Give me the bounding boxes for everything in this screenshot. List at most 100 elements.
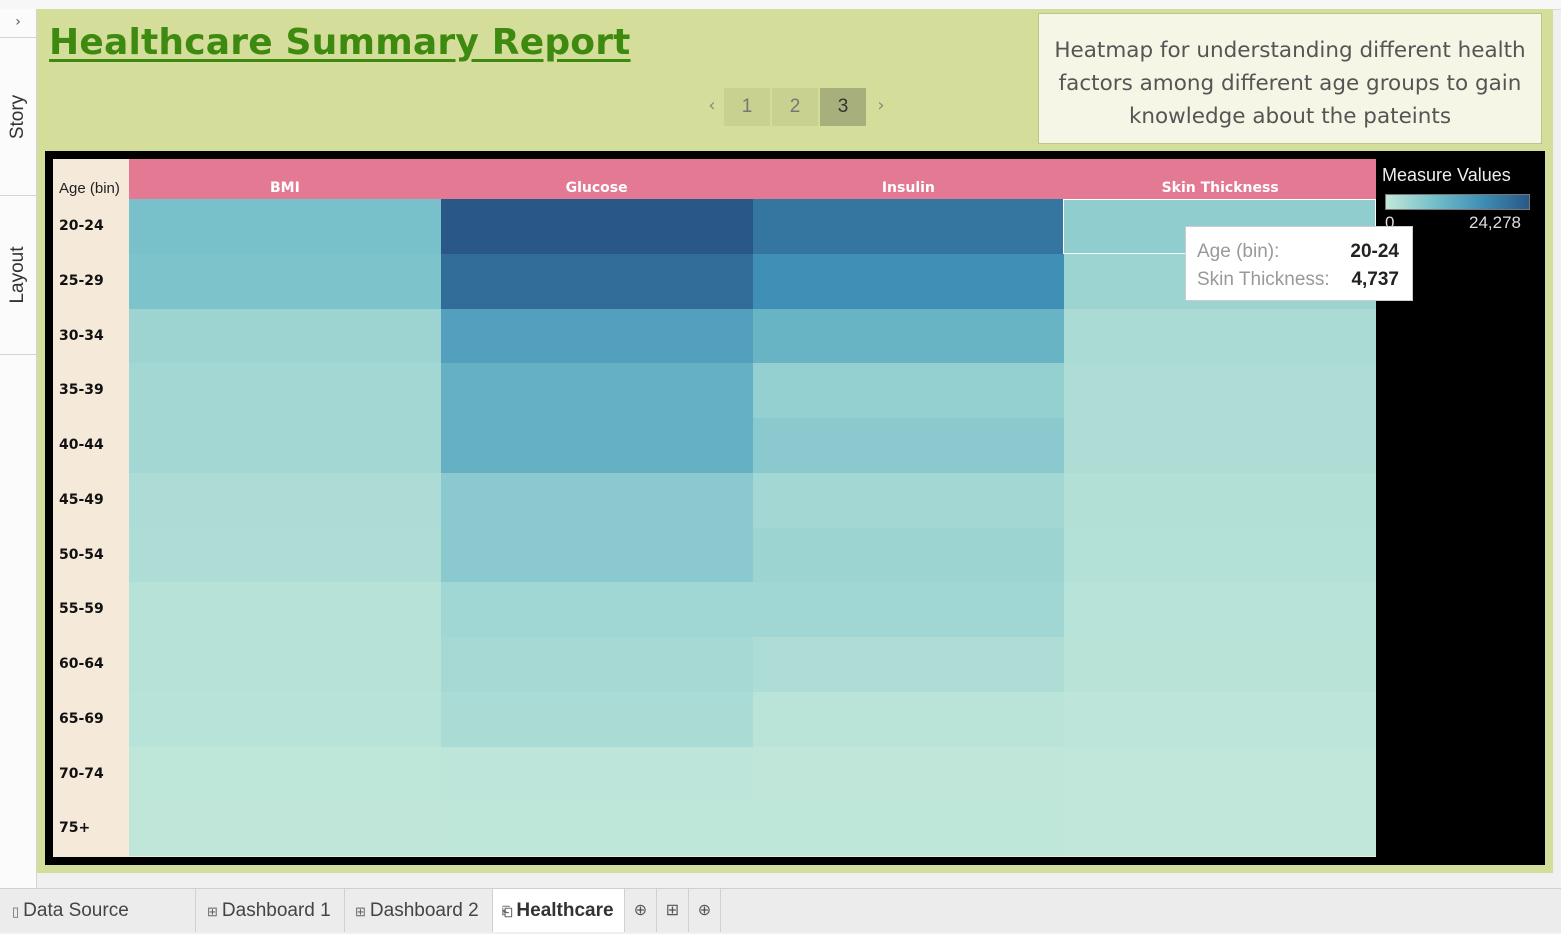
sheet-tab-bar: ▯ Data Source ⊞ Dashboard 1 ⊞ Dashboard 2 ⎗…	[0, 888, 1561, 932]
heatmap-cell-70-74-insulin[interactable]	[752, 746, 1065, 802]
column-header-skin-thickness: Skin Thickness	[1161, 180, 1279, 196]
tooltip-key-skin-thickness: Skin Thickness:	[1197, 269, 1330, 290]
new-story-icon: ⊕	[697, 902, 712, 919]
legend-max-label: 24,278	[1469, 213, 1521, 232]
new-story-button[interactable]: ⊕	[689, 889, 721, 932]
row-label-55-59: 55-59	[59, 601, 104, 618]
row-label-30-34: 30-34	[59, 327, 104, 344]
tab-label: Dashboard 2	[369, 900, 479, 921]
heatmap-cell-75-glucose[interactable]	[440, 801, 753, 857]
heatmap-cell-70-74-bmi[interactable]	[129, 746, 441, 802]
row-label-25-29: 25-29	[59, 272, 104, 289]
tab-label: Healthcare	[516, 900, 614, 921]
heatmap-cell-65-69-bmi[interactable]	[129, 691, 441, 747]
heatmap-cell-20-24-bmi[interactable]	[129, 199, 441, 254]
row-header-title: Age (bin)	[59, 180, 120, 197]
heatmap-cell-60-64-skin-thickness[interactable]	[1064, 637, 1377, 692]
tab-dashboard-1[interactable]: ⊞ Dashboard 1	[196, 889, 345, 932]
heatmap-cell-55-59-skin-thickness[interactable]	[1064, 582, 1377, 638]
page-title: Healthcare Summary Report	[49, 22, 631, 63]
heatmap-cell-45-49-glucose[interactable]	[440, 472, 753, 528]
row-label-75: 75+	[59, 820, 91, 837]
new-worksheet-button[interactable]: ⊕	[625, 889, 657, 932]
heatmap-cell-55-59-bmi[interactable]	[129, 582, 441, 638]
story-point-1[interactable]: 1	[724, 88, 770, 126]
story-pane-label: Story	[7, 94, 28, 139]
tab-healthcare[interactable]: ⎗ Healthcare	[493, 889, 625, 932]
heatmap-cell-40-44-insulin[interactable]	[752, 418, 1065, 473]
heatmap-cell-25-29-bmi[interactable]	[129, 253, 441, 309]
row-label-35-39: 35-39	[59, 382, 104, 399]
tooltip-value-skin-thickness: 4,737	[1351, 269, 1399, 290]
column-header-bmi: BMI	[269, 180, 300, 196]
chevron-left-icon[interactable]: ‹	[700, 88, 724, 126]
heatmap-cell-35-39-skin-thickness[interactable]	[1064, 363, 1377, 419]
heatmap-cell-65-69-glucose[interactable]	[440, 691, 753, 747]
heatmap-cell-55-59-glucose[interactable]	[440, 582, 753, 638]
heatmap-cell-25-29-glucose[interactable]	[440, 253, 753, 309]
side-rail: › Story Layout	[0, 9, 37, 888]
heatmap-cell-35-39-bmi[interactable]	[129, 363, 441, 419]
heatmap-cell-35-39-glucose[interactable]	[440, 363, 753, 419]
story-caption: Heatmap for understanding different heal…	[1038, 13, 1542, 144]
story-icon: ⎗	[502, 904, 513, 919]
row-label-45-49: 45-49	[59, 491, 104, 508]
datasource-icon: ▯	[12, 904, 20, 919]
heatmap-cell-40-44-glucose[interactable]	[440, 418, 753, 473]
story-pane-toggle[interactable]: Story	[0, 38, 36, 196]
heatmap-cell-30-34-skin-thickness[interactable]	[1064, 308, 1377, 364]
heatmap-cell-40-44-bmi[interactable]	[129, 418, 441, 473]
tooltip-key-age: Age (bin):	[1197, 241, 1280, 262]
row-label-50-54: 50-54	[59, 546, 104, 563]
heatmap-cell-50-54-bmi[interactable]	[129, 527, 441, 583]
heatmap-cell-75-bmi[interactable]	[129, 801, 441, 857]
heatmap-cell-75-skin-thickness[interactable]	[1064, 801, 1377, 857]
heatmap-cell-50-54-skin-thickness[interactable]	[1064, 527, 1377, 583]
row-label-65-69: 65-69	[59, 710, 104, 727]
tab-label: Dashboard 1	[221, 900, 331, 921]
heatmap-cell-65-69-insulin[interactable]	[752, 691, 1065, 747]
tooltip-value-age: 20-24	[1350, 241, 1399, 262]
heatmap-cell-45-49-skin-thickness[interactable]	[1064, 472, 1377, 528]
heatmap-cell-60-64-bmi[interactable]	[129, 637, 441, 692]
heatmap-cell-35-39-insulin[interactable]	[752, 363, 1065, 419]
row-label-70-74: 70-74	[59, 765, 104, 782]
heatmap-cell-50-54-glucose[interactable]	[440, 527, 753, 583]
chevron-right-icon[interactable]: ›	[0, 9, 36, 38]
new-dashboard-button[interactable]: ⊞	[657, 889, 689, 932]
layout-pane-label: Layout	[7, 246, 28, 304]
new-dashboard-icon: ⊞	[665, 902, 680, 919]
heatmap-cell-20-24-glucose[interactable]	[440, 199, 753, 254]
row-label-60-64: 60-64	[59, 656, 104, 672]
heatmap-cell-70-74-skin-thickness[interactable]	[1064, 746, 1377, 802]
story-point-3[interactable]: 3	[820, 88, 866, 126]
column-header-insulin: Insulin	[881, 180, 935, 196]
heatmap-cell-30-34-bmi[interactable]	[129, 308, 441, 364]
story-point-2[interactable]: 2	[772, 88, 818, 126]
tab-label: Data Source	[23, 900, 129, 921]
row-label-40-44: 40-44	[59, 437, 104, 453]
heatmap-cell-40-44-skin-thickness[interactable]	[1064, 418, 1377, 473]
heatmap-cell-30-34-insulin[interactable]	[752, 308, 1065, 364]
heatmap-cell-70-74-glucose[interactable]	[440, 746, 753, 802]
dashboard-icon: ⊞	[355, 904, 366, 919]
heatmap-cell-50-54-insulin[interactable]	[752, 527, 1065, 583]
tab-dashboard-2[interactable]: ⊞ Dashboard 2	[345, 889, 493, 932]
chevron-right-icon[interactable]: ›	[869, 88, 893, 126]
dashboard-icon: ⊞	[207, 904, 218, 919]
heatmap-cell-60-64-glucose[interactable]	[440, 637, 753, 692]
heatmap-cell-60-64-insulin[interactable]	[752, 637, 1065, 692]
heatmap-cell-25-29-insulin[interactable]	[752, 253, 1065, 309]
new-worksheet-icon: ⊕	[633, 902, 648, 919]
layout-pane-toggle[interactable]: Layout	[0, 196, 36, 355]
legend-title: Measure Values	[1382, 165, 1511, 185]
heatmap-cell-30-34-glucose[interactable]	[440, 308, 753, 364]
tooltip: Age (bin): 20-24 Skin Thickness: 4,737	[1185, 226, 1413, 301]
heatmap-cell-45-49-insulin[interactable]	[752, 472, 1065, 528]
heatmap-cell-75-insulin[interactable]	[752, 801, 1065, 857]
heatmap-cell-65-69-skin-thickness[interactable]	[1064, 691, 1377, 747]
heatmap-cell-20-24-insulin[interactable]	[752, 199, 1065, 254]
heatmap-cell-55-59-insulin[interactable]	[752, 582, 1065, 638]
heatmap-cell-45-49-bmi[interactable]	[129, 472, 441, 528]
tab-data-source[interactable]: ▯ Data Source	[0, 889, 196, 932]
